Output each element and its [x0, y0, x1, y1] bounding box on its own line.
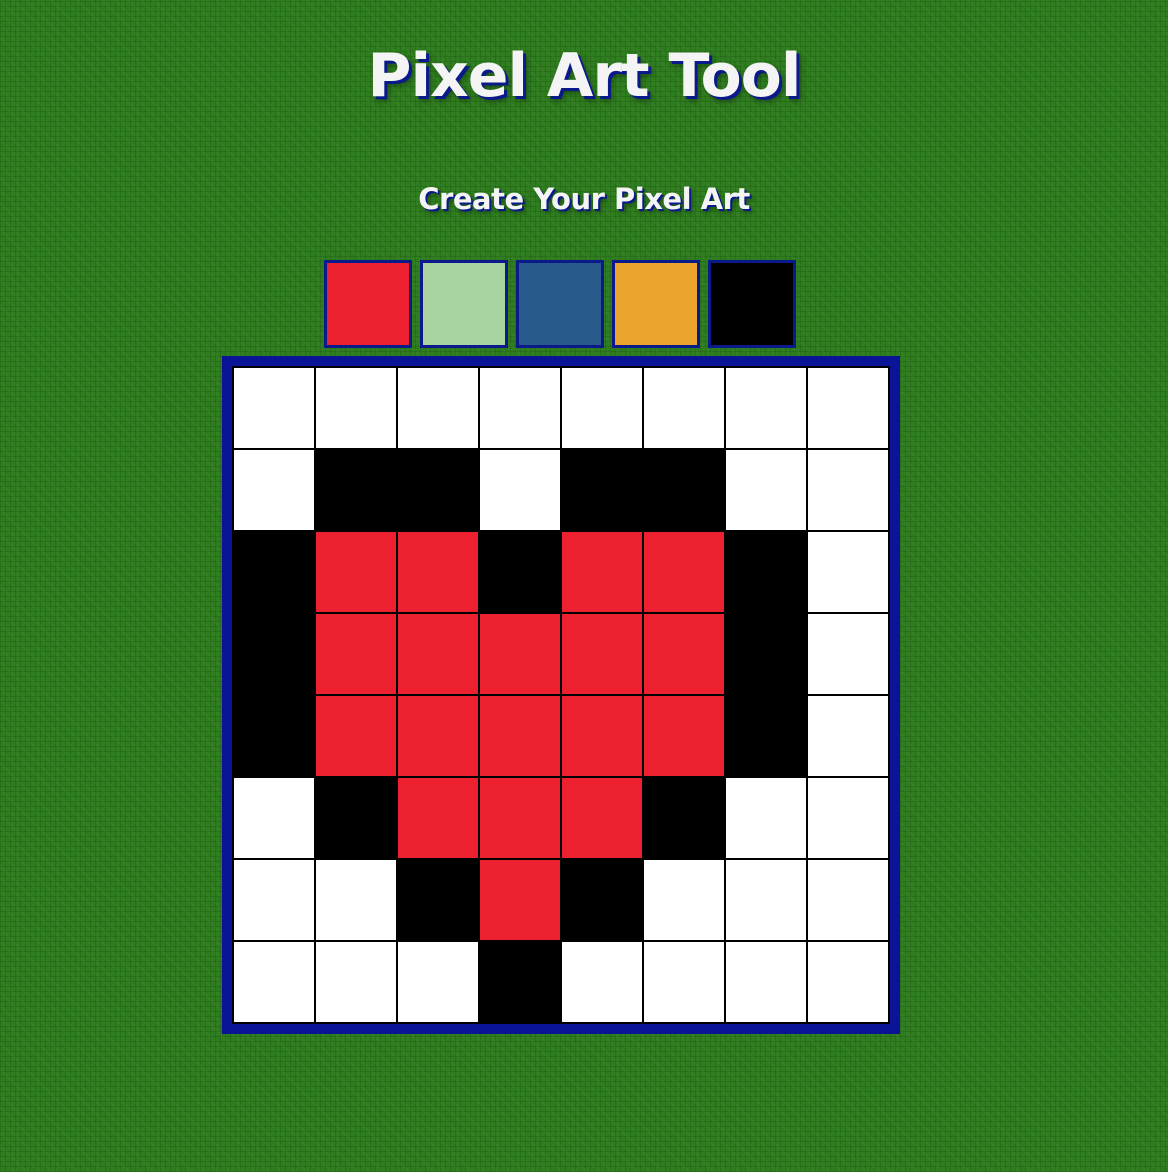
pixel-cell[interactable] — [316, 778, 396, 858]
pixel-cell[interactable] — [562, 614, 642, 694]
pixel-cell[interactable] — [480, 942, 560, 1022]
pixel-cell[interactable] — [726, 942, 806, 1022]
page-title: Pixel Art Tool — [367, 41, 802, 111]
color-swatch-orange[interactable] — [612, 260, 700, 348]
pixel-cell[interactable] — [726, 778, 806, 858]
page-subtitle: Create Your Pixel Art — [418, 182, 750, 216]
pixel-cell[interactable] — [562, 450, 642, 530]
pixel-cell[interactable] — [808, 368, 888, 448]
pixel-cell[interactable] — [234, 368, 314, 448]
color-swatch-black[interactable] — [708, 260, 796, 348]
pixel-cell[interactable] — [398, 532, 478, 612]
color-swatch-red[interactable] — [324, 260, 412, 348]
pixel-cell[interactable] — [480, 614, 560, 694]
pixel-cell[interactable] — [644, 860, 724, 940]
pixel-cell[interactable] — [562, 532, 642, 612]
pixel-cell[interactable] — [808, 778, 888, 858]
pixel-cell[interactable] — [808, 942, 888, 1022]
pixel-cell[interactable] — [398, 614, 478, 694]
pixel-cell[interactable] — [562, 860, 642, 940]
pixel-cell[interactable] — [480, 696, 560, 776]
pixel-cell[interactable] — [398, 368, 478, 448]
pixel-cell[interactable] — [808, 450, 888, 530]
pixel-cell[interactable] — [480, 532, 560, 612]
pixel-cell[interactable] — [316, 368, 396, 448]
pixel-cell[interactable] — [480, 860, 560, 940]
pixel-cell[interactable] — [398, 942, 478, 1022]
pixel-cell[interactable] — [316, 450, 396, 530]
pixel-cell[interactable] — [726, 532, 806, 612]
color-swatch-light-green[interactable] — [420, 260, 508, 348]
pixel-cell[interactable] — [562, 696, 642, 776]
pixel-cell[interactable] — [398, 778, 478, 858]
pixel-cell[interactable] — [644, 696, 724, 776]
pixel-cell[interactable] — [316, 696, 396, 776]
pixel-cell[interactable] — [644, 450, 724, 530]
pixel-cell[interactable] — [644, 614, 724, 694]
pixel-cell[interactable] — [726, 860, 806, 940]
pixel-cell[interactable] — [808, 696, 888, 776]
pixel-cell[interactable] — [726, 614, 806, 694]
pixel-cell[interactable] — [644, 778, 724, 858]
pixel-cell[interactable] — [562, 368, 642, 448]
pixel-cell[interactable] — [398, 696, 478, 776]
pixel-cell[interactable] — [808, 532, 888, 612]
pixel-cell[interactable] — [562, 778, 642, 858]
pixel-cell[interactable] — [316, 942, 396, 1022]
pixel-cell[interactable] — [644, 942, 724, 1022]
pixel-cell[interactable] — [316, 532, 396, 612]
color-swatch-steel-blue[interactable] — [516, 260, 604, 348]
color-palette — [324, 260, 800, 348]
pixel-cell[interactable] — [234, 696, 314, 776]
pixel-cell[interactable] — [726, 368, 806, 448]
pixel-cell[interactable] — [234, 532, 314, 612]
pixel-cell[interactable] — [234, 942, 314, 1022]
pixel-cell[interactable] — [316, 860, 396, 940]
pixel-cell[interactable] — [480, 450, 560, 530]
pixel-cell[interactable] — [234, 450, 314, 530]
pixel-cell[interactable] — [562, 942, 642, 1022]
pixel-cell[interactable] — [316, 614, 396, 694]
pixel-cell[interactable] — [234, 614, 314, 694]
pixel-cell[interactable] — [726, 696, 806, 776]
pixel-board — [222, 356, 900, 1034]
pixel-cell[interactable] — [644, 532, 724, 612]
pixel-cell[interactable] — [808, 614, 888, 694]
pixel-grid — [232, 366, 890, 1024]
pixel-cell[interactable] — [726, 450, 806, 530]
pixel-cell[interactable] — [644, 368, 724, 448]
pixel-cell[interactable] — [480, 778, 560, 858]
pixel-cell[interactable] — [234, 860, 314, 940]
pixel-cell[interactable] — [480, 368, 560, 448]
pixel-cell[interactable] — [398, 860, 478, 940]
pixel-cell[interactable] — [808, 860, 888, 940]
pixel-cell[interactable] — [398, 450, 478, 530]
pixel-cell[interactable] — [234, 778, 314, 858]
